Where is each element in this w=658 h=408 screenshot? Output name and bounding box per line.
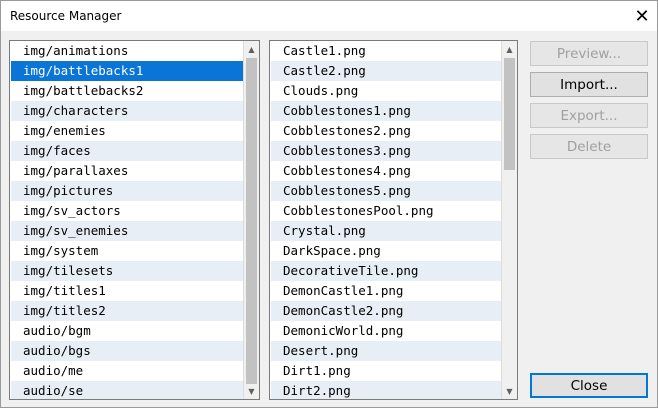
- file-list-item[interactable]: Castle2.png: [271, 61, 501, 81]
- scroll-down-arrow-icon[interactable]: ▼: [244, 383, 259, 399]
- folder-list-item[interactable]: img/characters: [11, 101, 243, 121]
- folder-list-item[interactable]: img/parallaxes: [11, 161, 243, 181]
- folder-list-item[interactable]: img/sv_actors: [11, 201, 243, 221]
- folder-list-item[interactable]: img/enemies: [11, 121, 243, 141]
- folder-list-item[interactable]: img/sv_enemies: [11, 221, 243, 241]
- folder-list-scroll-thumb[interactable]: [246, 58, 257, 384]
- folder-list-item[interactable]: img/battlebacks1: [11, 61, 243, 81]
- file-list-item[interactable]: Clouds.png: [271, 81, 501, 101]
- file-list-item[interactable]: Desert.png: [271, 341, 501, 361]
- delete-button[interactable]: Delete: [530, 134, 648, 159]
- folder-list-item[interactable]: audio/bgm: [11, 321, 243, 341]
- preview-button[interactable]: Preview...: [530, 41, 648, 66]
- file-list-item[interactable]: Dirt2.png: [271, 381, 501, 399]
- file-list-item[interactable]: Cobblestones1.png: [271, 101, 501, 121]
- close-button[interactable]: Close: [530, 373, 648, 398]
- file-list-item[interactable]: DarkSpace.png: [271, 241, 501, 261]
- window-title: Resource Manager: [10, 9, 122, 23]
- file-list-item[interactable]: DemonCastle2.png: [271, 301, 501, 321]
- file-list-item[interactable]: Castle1.png: [271, 41, 501, 61]
- file-list-item[interactable]: Cobblestones2.png: [271, 121, 501, 141]
- folder-list[interactable]: img/animations img/battlebacks1 img/battle…: [9, 40, 260, 400]
- export-button[interactable]: Export...: [530, 103, 648, 128]
- folder-list-item[interactable]: img/tilesets: [11, 261, 243, 281]
- folder-rows: img/animations img/battlebacks1 img/battle…: [11, 41, 243, 399]
- file-rows: Castle1.png Castle2.png Clouds.png Cobblest…: [271, 41, 501, 399]
- scroll-down-arrow-icon[interactable]: ▼: [502, 383, 517, 399]
- file-list[interactable]: Castle1.png Castle2.png Clouds.png Cobblest…: [269, 40, 518, 400]
- file-list-scrollbar[interactable]: ▲ ▼: [501, 41, 517, 399]
- file-list-item[interactable]: Cobblestones4.png: [271, 161, 501, 181]
- folder-list-item[interactable]: audio/me: [11, 361, 243, 381]
- file-list-item[interactable]: Dirt1.png: [271, 361, 501, 381]
- import-button[interactable]: Import...: [530, 72, 648, 97]
- folder-list-item[interactable]: img/faces: [11, 141, 243, 161]
- folder-list-item[interactable]: audio/bgs: [11, 341, 243, 361]
- file-list-item[interactable]: DecorativeTile.png: [271, 261, 501, 281]
- title-bar: Resource Manager ✕: [0, 0, 658, 31]
- folder-list-item[interactable]: img/system: [11, 241, 243, 261]
- file-list-item[interactable]: Crystal.png: [271, 221, 501, 241]
- folder-list-item[interactable]: img/pictures: [11, 181, 243, 201]
- folder-list-item[interactable]: img/animations: [11, 41, 243, 61]
- scroll-up-arrow-icon[interactable]: ▲: [244, 41, 259, 57]
- file-list-item[interactable]: DemonicWorld.png: [271, 321, 501, 341]
- file-list-item[interactable]: CobblestonesPool.png: [271, 201, 501, 221]
- folder-list-item[interactable]: img/titles1: [11, 281, 243, 301]
- folder-list-item[interactable]: img/titles2: [11, 301, 243, 321]
- scroll-up-arrow-icon[interactable]: ▲: [502, 41, 517, 57]
- file-list-item[interactable]: Cobblestones5.png: [271, 181, 501, 201]
- folder-list-item[interactable]: img/battlebacks2: [11, 81, 243, 101]
- file-list-scroll-thumb[interactable]: [504, 58, 515, 170]
- file-list-item[interactable]: Cobblestones3.png: [271, 141, 501, 161]
- folder-list-item[interactable]: audio/se: [11, 381, 243, 399]
- close-icon[interactable]: ✕: [627, 1, 657, 31]
- file-list-item[interactable]: DemonCastle1.png: [271, 281, 501, 301]
- folder-list-scrollbar[interactable]: ▲ ▼: [243, 41, 259, 399]
